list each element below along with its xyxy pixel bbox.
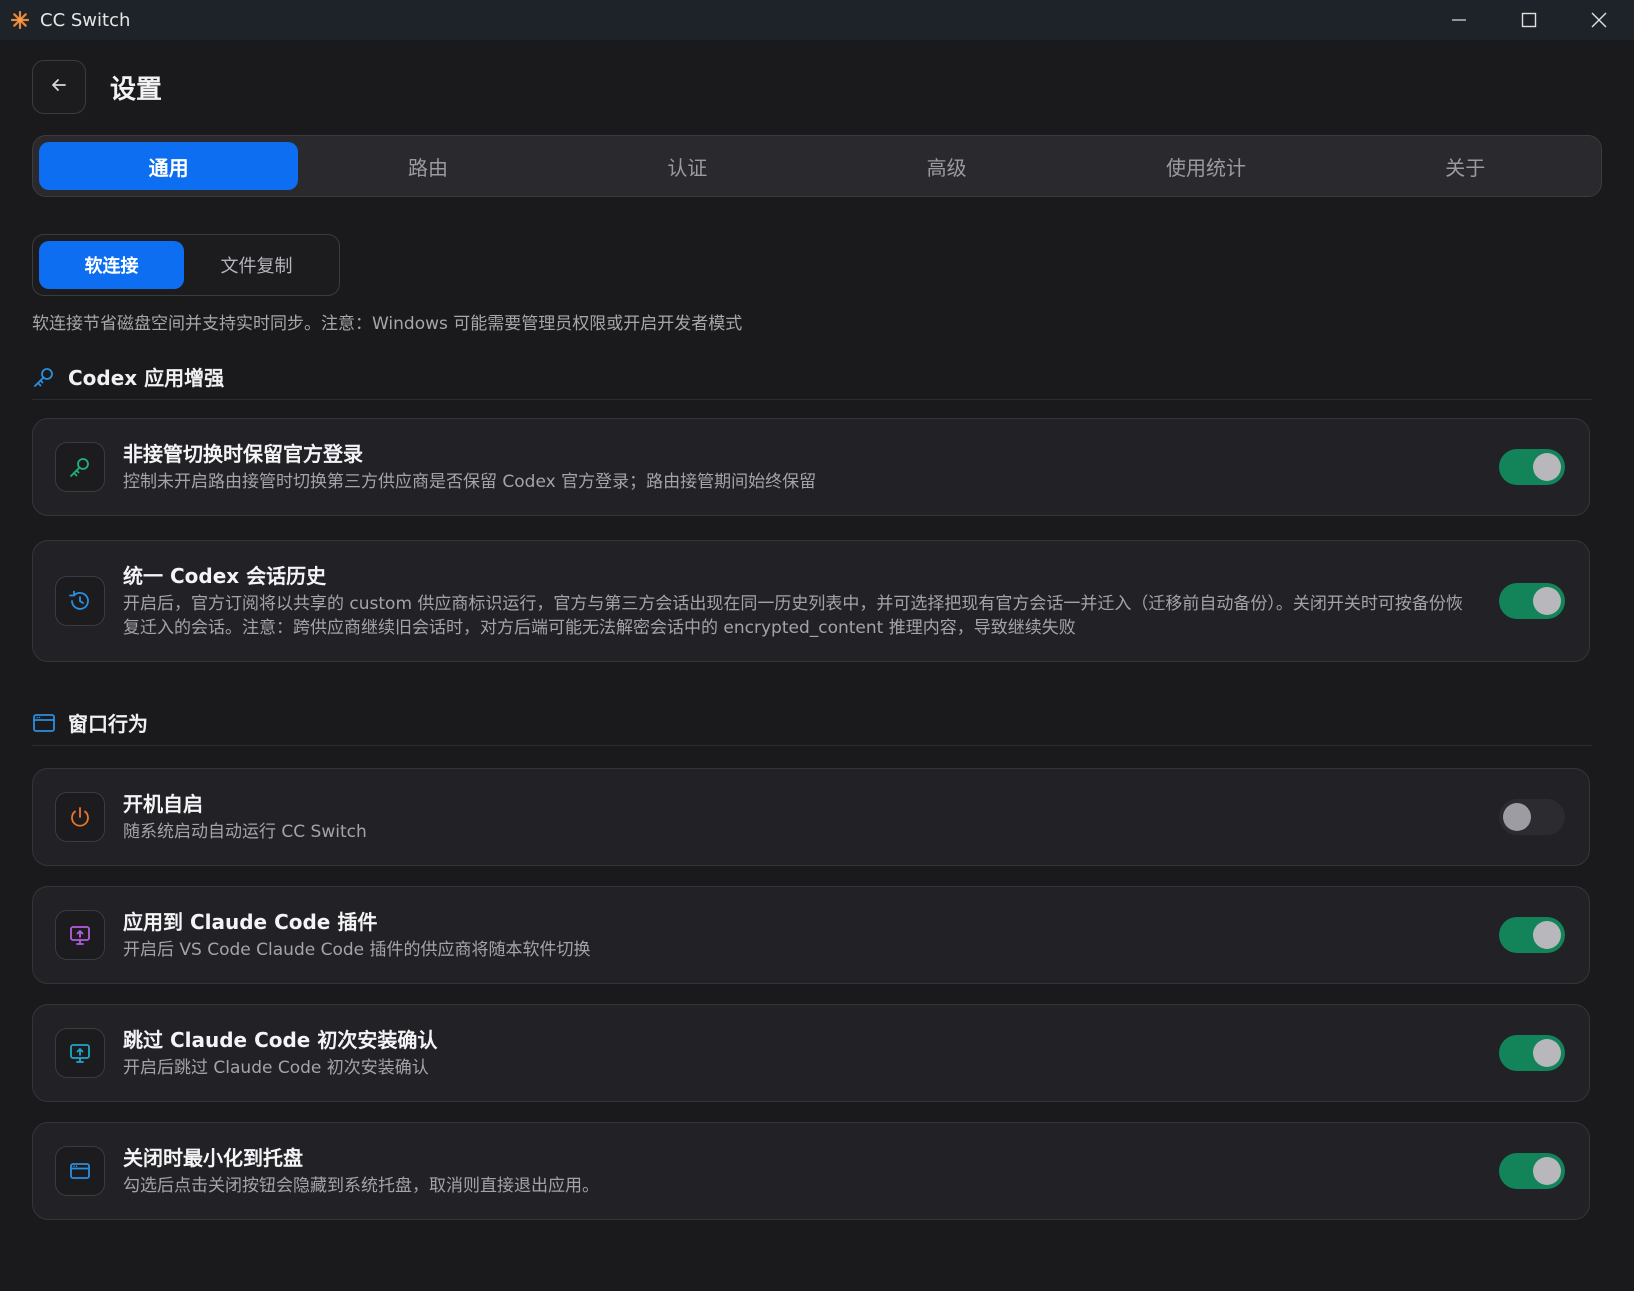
monitor-upload-icon [55, 1028, 105, 1078]
toggle-knob [1533, 453, 1561, 481]
setting-card-minimize-to-tray: 关闭时最小化到托盘 勾选后点击关闭按钮会隐藏到系统托盘，取消则直接退出应用。 [32, 1122, 1590, 1220]
monitor-upload-icon [55, 910, 105, 960]
setting-card-autostart: 开机自启 随系统启动自动运行 CC Switch [32, 768, 1590, 866]
tab-auth[interactable]: 认证 [558, 142, 817, 190]
tab-general[interactable]: 通用 [39, 142, 299, 190]
toggle-knob [1533, 921, 1561, 949]
tab-usage-stats[interactable]: 使用统计 [1076, 142, 1335, 190]
history-icon [55, 576, 105, 626]
window-icon [55, 1146, 105, 1196]
setting-text: 非接管切换时保留官方登录 控制未开启路由接管时切换第三方供应商是否保留 Code… [123, 440, 1469, 494]
setting-title: 应用到 Claude Code 插件 [123, 910, 378, 934]
autostart-toggle[interactable] [1499, 799, 1565, 835]
toggle-knob [1533, 587, 1561, 615]
sync-mode-description: 软连接节省磁盘空间并支持实时同步。注意：Windows 可能需要管理员权限或开启… [32, 314, 743, 334]
setting-card-skip-install-confirm: 跳过 Claude Code 初次安装确认 开启后跳过 Claude Code … [32, 1004, 1590, 1102]
setting-text: 关闭时最小化到托盘 勾选后点击关闭按钮会隐藏到系统托盘，取消则直接退出应用。 [123, 1144, 1469, 1198]
key-icon [55, 442, 105, 492]
window-controls [1424, 0, 1634, 40]
tab-advanced[interactable]: 高级 [817, 142, 1076, 190]
section-codex-header: Codex 应用增强 [32, 354, 1592, 400]
maximize-button[interactable] [1494, 0, 1564, 40]
claude-plugin-toggle[interactable] [1499, 917, 1565, 953]
minimize-to-tray-toggle[interactable] [1499, 1153, 1565, 1189]
keep-official-login-toggle[interactable] [1499, 449, 1565, 485]
setting-description: 开启后跳过 Claude Code 初次安装确认 [123, 1058, 429, 1078]
app-title: CC Switch [40, 9, 131, 31]
minimize-button[interactable] [1424, 0, 1494, 40]
page-header: 设置 [32, 60, 162, 114]
title-bar: CC Switch [0, 0, 1634, 40]
setting-title: 关闭时最小化到托盘 [123, 1146, 303, 1170]
setting-description: 开启后，官方订阅将以共享的 custom 供应商标识运行，官方与第三方会话出现在… [123, 594, 1463, 638]
key-icon [32, 365, 56, 389]
sync-mode-selector: 软连接 文件复制 [32, 234, 340, 296]
mode-copy-button[interactable]: 文件复制 [184, 241, 329, 289]
setting-text: 统一 Codex 会话历史 开启后，官方订阅将以共享的 custom 供应商标识… [123, 562, 1469, 640]
unified-history-toggle[interactable] [1499, 583, 1565, 619]
setting-text: 应用到 Claude Code 插件 开启后 VS Code Claude Co… [123, 908, 1469, 962]
setting-card-keep-official-login: 非接管切换时保留官方登录 控制未开启路由接管时切换第三方供应商是否保留 Code… [32, 418, 1590, 516]
back-button[interactable] [32, 60, 86, 114]
setting-title: 跳过 Claude Code 初次安装确认 [123, 1028, 438, 1052]
arrow-left-icon [49, 75, 69, 99]
window-icon [32, 711, 56, 735]
setting-title: 开机自启 [123, 792, 203, 816]
setting-card-unified-history: 统一 Codex 会话历史 开启后，官方订阅将以共享的 custom 供应商标识… [32, 540, 1590, 662]
toggle-knob [1533, 1039, 1561, 1067]
tab-routing[interactable]: 路由 [298, 142, 557, 190]
power-icon [55, 792, 105, 842]
mode-symlink-button[interactable]: 软连接 [39, 241, 184, 289]
section-title: 窗口行为 [68, 712, 148, 736]
setting-text: 跳过 Claude Code 初次安装确认 开启后跳过 Claude Code … [123, 1026, 1469, 1080]
setting-title: 非接管切换时保留官方登录 [123, 442, 363, 466]
setting-title: 统一 Codex 会话历史 [123, 564, 327, 588]
settings-tabs: 通用 路由 认证 高级 使用统计 关于 [32, 135, 1602, 197]
tab-about[interactable]: 关于 [1336, 142, 1595, 190]
app-logo-icon [10, 10, 30, 30]
toggle-knob [1503, 803, 1531, 831]
toggle-knob [1533, 1157, 1561, 1185]
setting-text: 开机自启 随系统启动自动运行 CC Switch [123, 790, 1469, 844]
setting-description: 勾选后点击关闭按钮会隐藏到系统托盘，取消则直接退出应用。 [123, 1176, 599, 1196]
setting-description: 开启后 VS Code Claude Code 插件的供应商将随本软件切换 [123, 940, 591, 960]
skip-install-confirm-toggle[interactable] [1499, 1035, 1565, 1071]
setting-description: 控制未开启路由接管时切换第三方供应商是否保留 Codex 官方登录；路由接管期间… [123, 472, 817, 492]
close-window-button[interactable] [1564, 0, 1634, 40]
setting-card-claude-plugin: 应用到 Claude Code 插件 开启后 VS Code Claude Co… [32, 886, 1590, 984]
setting-description: 随系统启动自动运行 CC Switch [123, 822, 367, 842]
section-window-header: 窗口行为 [32, 700, 1592, 746]
page-title: 设置 [110, 74, 163, 105]
section-title: Codex 应用增强 [68, 366, 225, 390]
